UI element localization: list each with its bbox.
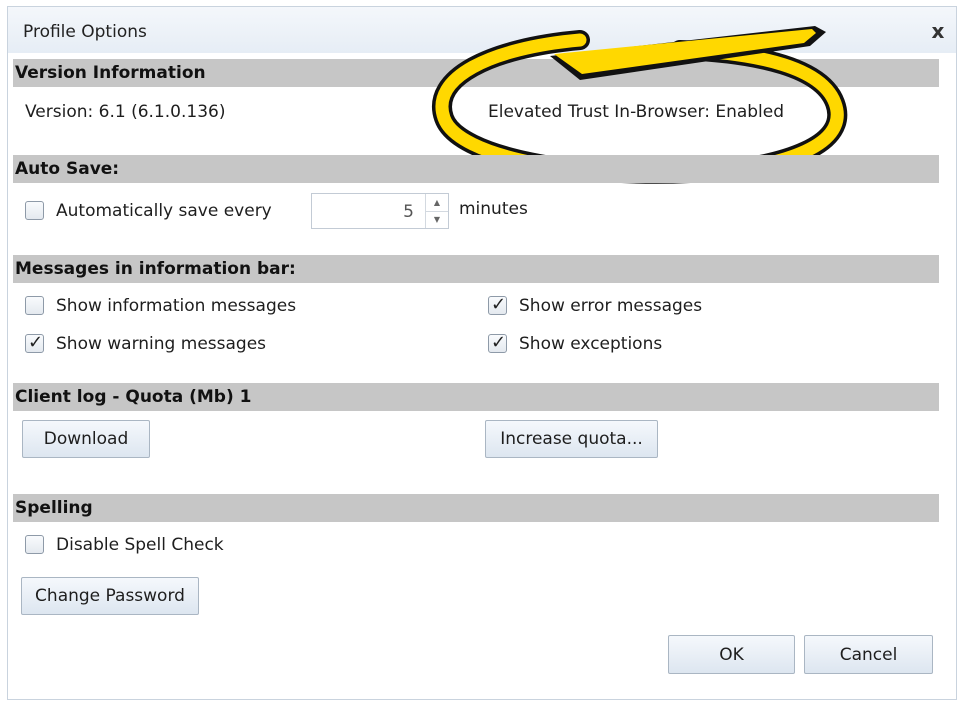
autosave-unit: minutes — [459, 199, 528, 219]
close-icon[interactable]: x — [926, 19, 950, 43]
check-icon: ✓ — [491, 332, 507, 353]
section-client-log: Client log - Quota (Mb) 1 — [13, 383, 939, 411]
section-header-version: Version Information — [15, 63, 206, 83]
section-auto-save: Auto Save: — [13, 155, 939, 183]
show-warning-checkbox[interactable]: ✓ — [25, 332, 44, 353]
show-exceptions-checkbox[interactable]: ✓ — [488, 332, 507, 353]
show-warning-label: Show warning messages — [56, 334, 267, 354]
show-information-label: Show information messages — [56, 296, 297, 316]
stepper-arrows: ▲ ▼ — [425, 194, 448, 228]
section-spelling: Spelling — [13, 494, 939, 522]
autosave-minutes-value: 5 — [403, 202, 414, 222]
ok-button[interactable]: OK — [668, 635, 795, 674]
check-icon: ✓ — [28, 332, 44, 353]
section-messages: Messages in information bar: — [13, 255, 939, 283]
show-error-label: Show error messages — [519, 296, 703, 316]
elevated-trust-status: Elevated Trust In-Browser: Enabled — [488, 102, 785, 122]
version-text: Version: 6.1 (6.1.0.136) — [25, 102, 226, 122]
disable-spellcheck-label: Disable Spell Check — [56, 535, 224, 555]
section-header-autosave: Auto Save: — [15, 159, 120, 179]
disable-spellcheck-checkbox[interactable] — [25, 535, 44, 554]
show-information-checkbox[interactable] — [25, 296, 44, 315]
autosave-checkbox[interactable] — [25, 201, 44, 220]
check-icon: ✓ — [491, 294, 507, 315]
section-header-clientlog: Client log - Quota (Mb) 1 — [15, 387, 252, 407]
increase-quota-button[interactable]: Increase quota... — [485, 420, 658, 458]
stepper-up-icon[interactable]: ▲ — [426, 194, 448, 212]
autosave-label: Automatically save every — [56, 201, 272, 221]
change-password-button[interactable]: Change Password — [21, 577, 199, 615]
show-error-checkbox[interactable]: ✓ — [488, 294, 507, 315]
stepper-down-icon[interactable]: ▼ — [426, 211, 448, 228]
download-button[interactable]: Download — [22, 420, 150, 458]
section-header-messages: Messages in information bar: — [15, 259, 296, 279]
dialog-title: Profile Options — [23, 22, 147, 42]
autosave-minutes-stepper[interactable]: 5 ▲ ▼ — [311, 193, 449, 229]
section-header-spelling: Spelling — [15, 498, 93, 518]
show-exceptions-label: Show exceptions — [519, 334, 663, 354]
cancel-button[interactable]: Cancel — [804, 635, 933, 674]
